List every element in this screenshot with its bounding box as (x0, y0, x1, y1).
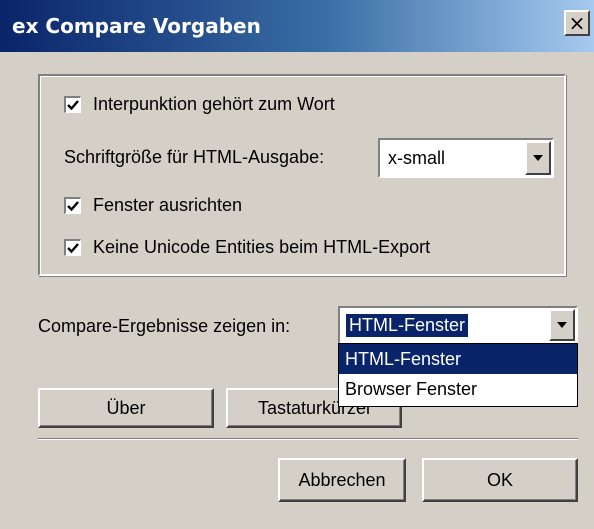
chevron-down-icon (557, 322, 567, 328)
preferences-dialog: ex Compare Vorgaben × Interpunktion gehö… (0, 0, 594, 529)
results-target-dropdown-button[interactable] (549, 309, 575, 341)
results-target-dropdown-list[interactable]: HTML-Fenster Browser Fenster (338, 343, 578, 407)
unicode-entities-checkbox[interactable] (64, 239, 81, 256)
results-target-value: HTML-Fenster (346, 314, 469, 337)
align-window-label: Fenster ausrichten (93, 195, 243, 215)
font-size-label: Schriftgröße für HTML-Ausgabe: (64, 147, 325, 167)
cancel-button-label: Abbrechen (298, 469, 386, 490)
title-bar[interactable]: ex Compare Vorgaben × (0, 0, 594, 52)
results-target-label: Compare-Ergebnisse zeigen in: (38, 316, 291, 336)
results-target-select[interactable]: HTML-Fenster (338, 306, 578, 344)
close-icon: × (568, 11, 586, 35)
font-size-select[interactable]: x-small (378, 138, 554, 178)
unicode-entities-label: Keine Unicode Entities beim HTML-Export (93, 237, 431, 257)
cancel-button[interactable]: Abbrechen (278, 458, 406, 502)
font-size-dropdown-button[interactable] (525, 141, 551, 175)
align-window-option[interactable]: Fenster ausrichten (64, 195, 242, 216)
about-button[interactable]: Über (38, 388, 214, 428)
dropdown-option-browser-window[interactable]: Browser Fenster (339, 374, 577, 404)
punctuation-option[interactable]: Interpunktion gehört zum Wort (64, 94, 335, 115)
punctuation-label: Interpunktion gehört zum Wort (93, 94, 335, 114)
checkmark-icon (67, 243, 79, 254)
checkmark-icon (67, 100, 79, 111)
font-size-value: x-small (388, 148, 445, 168)
align-window-checkbox[interactable] (64, 197, 81, 214)
checkmark-icon (67, 201, 79, 212)
ok-button-label: OK (486, 469, 513, 490)
unicode-entities-option[interactable]: Keine Unicode Entities beim HTML-Export (64, 237, 430, 258)
close-button[interactable]: × (564, 10, 590, 36)
punctuation-checkbox[interactable] (64, 96, 81, 113)
separator (38, 438, 578, 440)
dropdown-option-html-window[interactable]: HTML-Fenster (339, 344, 577, 374)
ok-button[interactable]: OK (422, 458, 578, 502)
chevron-down-icon (533, 155, 543, 161)
about-button-label: Über (106, 397, 146, 418)
window-title: ex Compare Vorgaben (12, 14, 261, 38)
